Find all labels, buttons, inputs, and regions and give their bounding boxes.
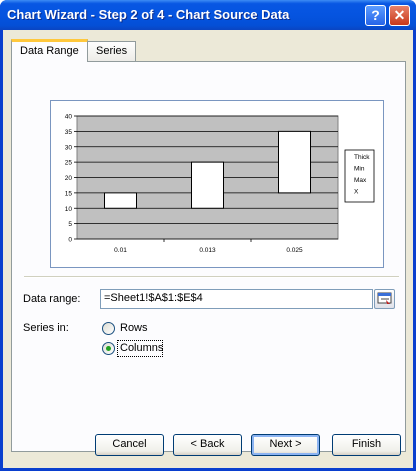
next-button[interactable]: Next > [251, 434, 320, 456]
separator [24, 276, 399, 278]
help-icon[interactable]: ? [365, 5, 386, 26]
window-title: Chart Wizard - Step 2 of 4 - Chart Sourc… [7, 7, 290, 22]
y-tick-label: 0 [68, 237, 72, 244]
tab-data-range[interactable]: Data Range [11, 39, 88, 62]
dialog-body: Data Range Series 0 5 10 15 20 25 30 35 40 0.01 0.… [3, 30, 413, 468]
finish-button[interactable]: Finish [332, 434, 401, 456]
x-tick-label: 0.01 [114, 247, 127, 254]
y-tick-label: 10 [65, 206, 73, 213]
y-tick-label: 30 [65, 144, 73, 151]
chart-svg: 0 5 10 15 20 25 30 35 40 0.01 0.013 0.025 Thick Min Ma… [65, 114, 375, 254]
legend-entry: X [354, 189, 359, 196]
legend-entry: Thick [354, 154, 370, 161]
y-tick-label: 15 [65, 190, 73, 197]
data-range-panel: 0 5 10 15 20 25 30 35 40 0.01 0.013 0.025 Thick Min Ma… [11, 61, 406, 452]
legend-entry: Min [354, 166, 365, 173]
x-tick-label: 0.025 [286, 247, 303, 254]
close-icon[interactable]: ✕ [389, 5, 410, 26]
cancel-button[interactable]: Cancel [95, 434, 164, 456]
collapse-dialog-button[interactable] [374, 289, 395, 309]
candle-box [104, 192, 137, 209]
candle-box [191, 161, 224, 209]
rows-radio[interactable] [102, 322, 115, 335]
y-tick-label: 40 [65, 114, 73, 121]
chart-preview: 0 5 10 15 20 25 30 35 40 0.01 0.013 0.025 Thick Min Ma… [50, 100, 384, 268]
legend-entry: Max [354, 177, 367, 184]
x-tick-label: 0.013 [199, 247, 216, 254]
data-range-label: Data range: [23, 293, 81, 305]
chart-wizard-window: Chart Wizard - Step 2 of 4 - Chart Sourc… [0, 0, 416, 471]
radio-selected-dot [106, 346, 111, 351]
rows-radio-label[interactable]: Rows [120, 322, 148, 334]
back-button[interactable]: < Back [173, 434, 242, 456]
columns-radio[interactable] [102, 342, 115, 355]
y-tick-label: 35 [65, 129, 73, 136]
title-bar[interactable]: Chart Wizard - Step 2 of 4 - Chart Sourc… [0, 0, 416, 30]
candle-box [278, 130, 311, 194]
y-tick-label: 25 [65, 160, 73, 167]
tab-series[interactable]: Series [87, 41, 137, 62]
series-in-label: Series in: [23, 322, 69, 334]
data-range-input[interactable]: =Sheet1!$A$1:$E$4 [100, 289, 373, 309]
columns-radio-label[interactable]: Columns [120, 342, 163, 354]
collapse-dialog-icon [377, 292, 392, 304]
y-tick-label: 5 [68, 221, 72, 228]
y-tick-label: 20 [65, 175, 73, 182]
